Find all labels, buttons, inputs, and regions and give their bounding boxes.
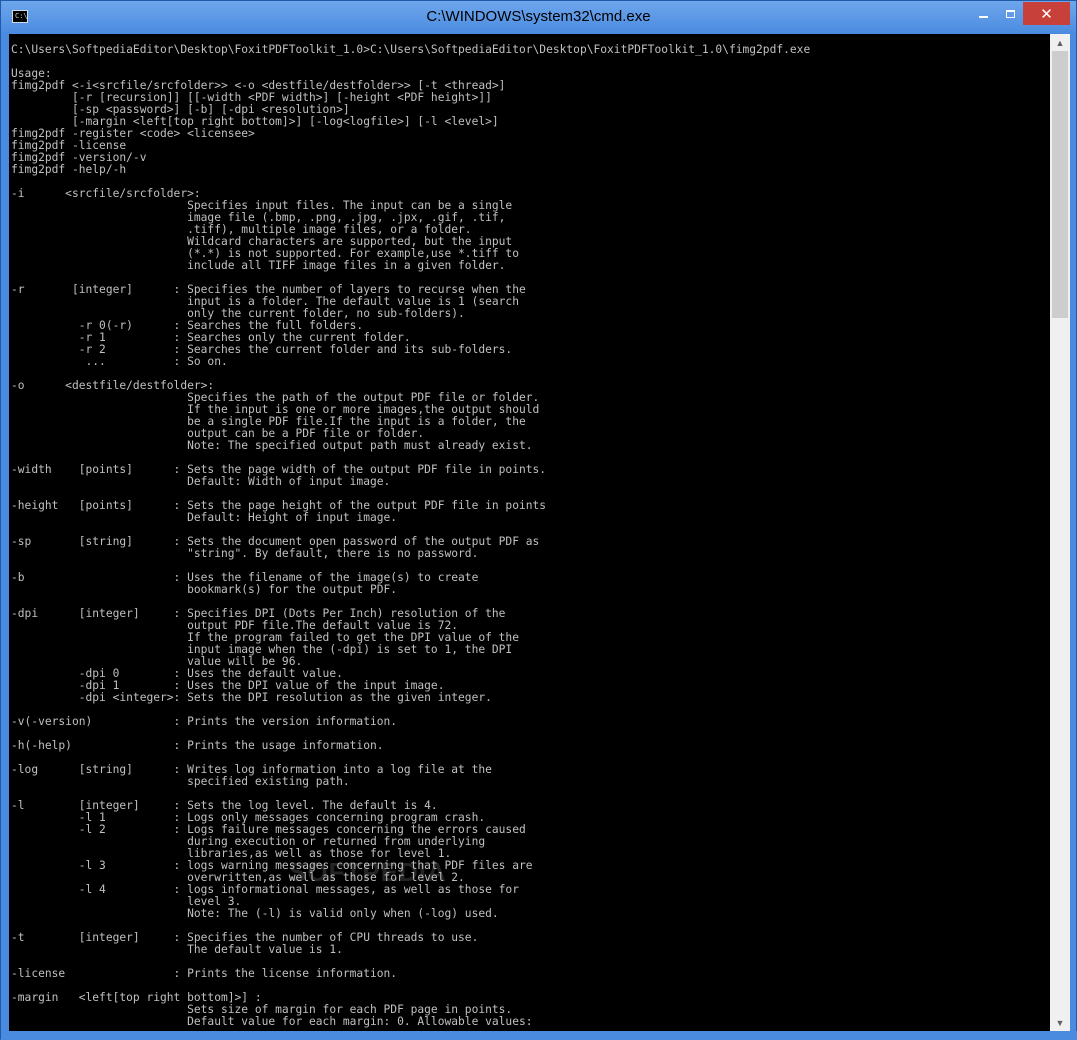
- console-line: -h(-help) : Prints the usage information…: [11, 739, 384, 752]
- vertical-scrollbar[interactable]: ▲ ▼: [1050, 34, 1070, 1031]
- console-line: Note: The (-l) is valid only when (-log)…: [187, 907, 499, 920]
- console-line: ... : So on.: [85, 355, 228, 368]
- console-line: "string". By default, there is no passwo…: [187, 547, 479, 560]
- console-line: bookmark(s) for the output PDF.: [187, 583, 398, 596]
- console-line: Default: Width of input image.: [187, 475, 391, 488]
- console-output: C:\Users\SoftpediaEditor\Desktop\FoxitPD…: [11, 44, 810, 1028]
- console-line: -license : Prints the license informatio…: [11, 967, 398, 980]
- console-window: C:\ C:\WINDOWS\system32\cmd.exe ✕ C:\Use…: [0, 0, 1077, 1040]
- maximize-icon: [1005, 9, 1015, 18]
- minimize-button[interactable]: [969, 2, 997, 25]
- console-line: Note: The specified output path must alr…: [187, 439, 533, 452]
- scroll-up-arrow-icon[interactable]: ▲: [1050, 34, 1070, 51]
- minimize-icon: [978, 15, 988, 18]
- console-line: -dpi <integer>: Sets the DPI resolution …: [78, 691, 492, 704]
- window-title: C:\WINDOWS\system32\cmd.exe: [426, 8, 651, 25]
- maximize-button[interactable]: [997, 2, 1023, 25]
- console-line: include all TIFF image files in a given …: [187, 259, 506, 272]
- console-line: The default value is 1.: [187, 943, 343, 956]
- console-area[interactable]: C:\Users\SoftpediaEditor\Desktop\FoxitPD…: [9, 34, 1050, 1031]
- console-line: C:\Users\SoftpediaEditor\Desktop\FoxitPD…: [11, 43, 811, 56]
- console-line: fimg2pdf -help/-h: [11, 163, 127, 176]
- close-button[interactable]: ✕: [1023, 2, 1070, 25]
- title-bar[interactable]: C:\ C:\WINDOWS\system32\cmd.exe ✕: [1, 1, 1076, 34]
- console-line: Default value for each margin: 0. Allowa…: [187, 1015, 533, 1028]
- console-line: Default: Height of input image.: [187, 511, 398, 524]
- scroll-thumb[interactable]: [1052, 51, 1068, 318]
- console-line: specified existing path.: [187, 775, 350, 788]
- console-line: -v(-version) : Prints the version inform…: [11, 715, 398, 728]
- scroll-down-arrow-icon[interactable]: ▼: [1050, 1014, 1070, 1031]
- close-icon: ✕: [1040, 5, 1053, 23]
